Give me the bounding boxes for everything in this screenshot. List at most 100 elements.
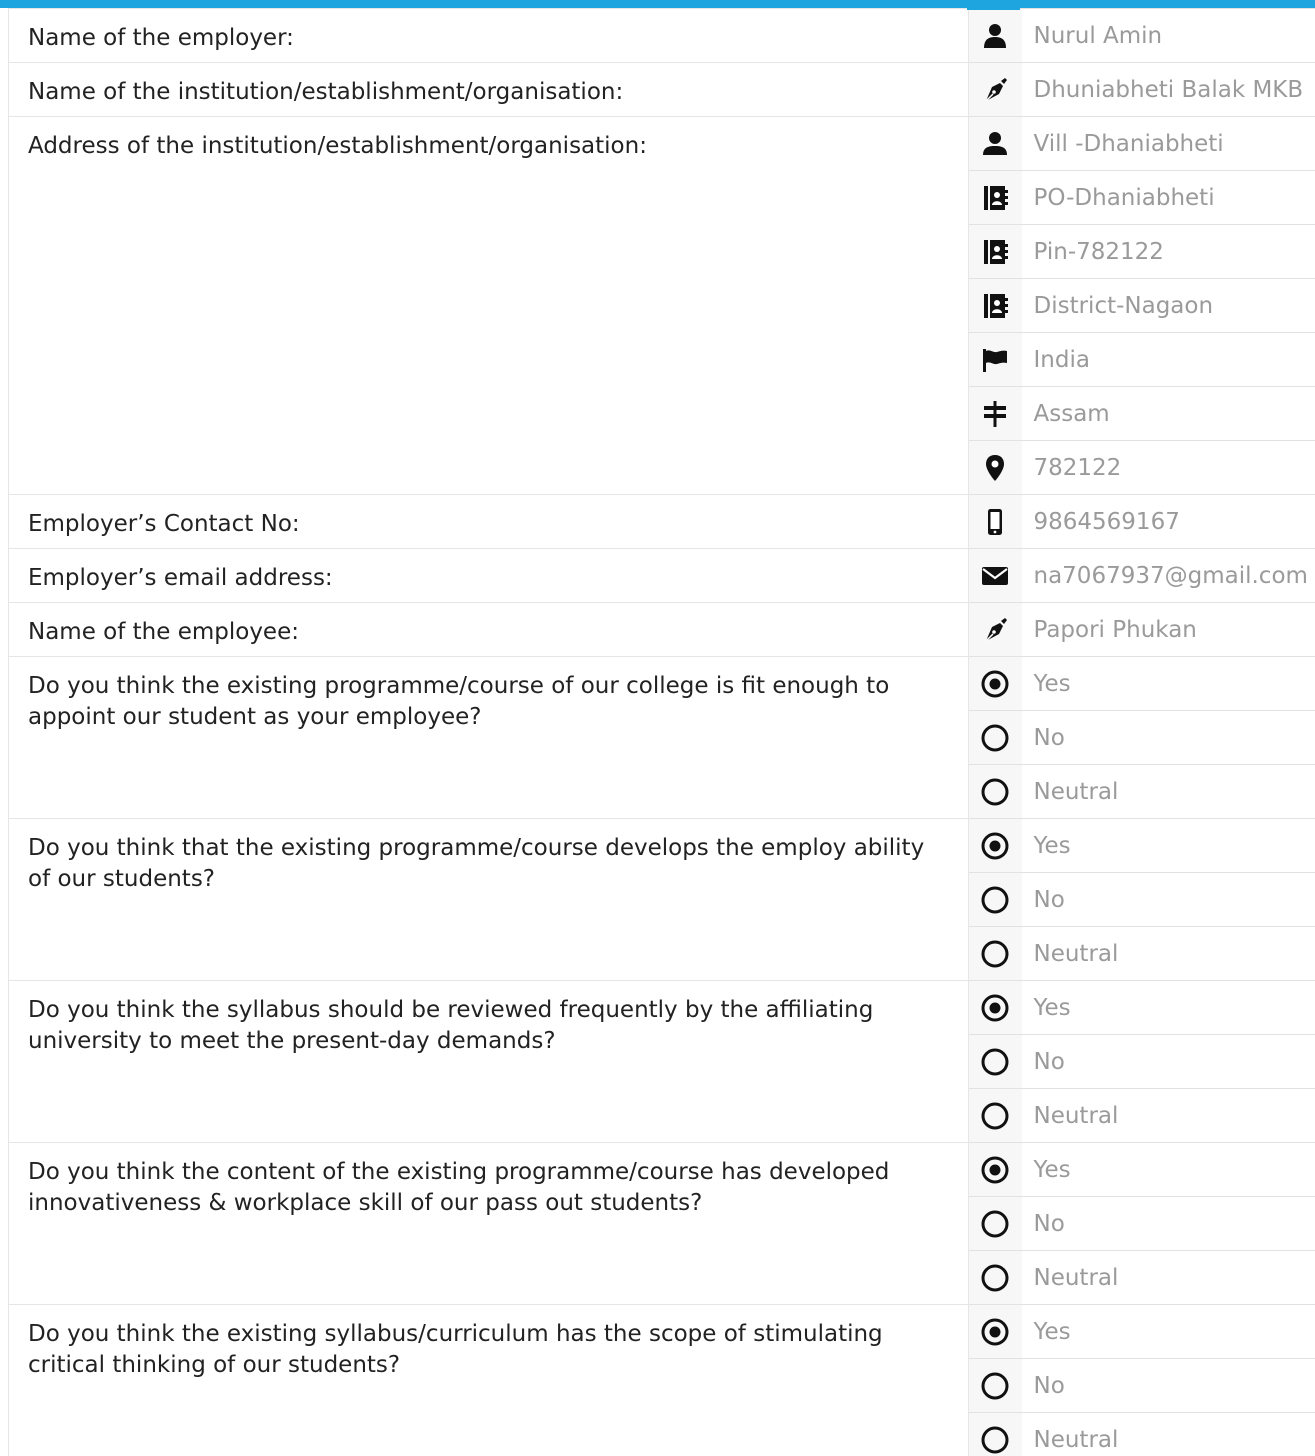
q5-no-label[interactable]: No — [1021, 1358, 1315, 1413]
form-frame: Name of the employer: Nurul Amin Name of… — [0, 0, 1315, 1456]
q4-no-radio[interactable] — [968, 1196, 1022, 1251]
employee-icon-cell — [968, 602, 1022, 657]
address-line1-field[interactable]: Vill -Dhaniabheti — [1021, 116, 1315, 171]
address-line3-field[interactable]: Pin-782122 — [1021, 224, 1315, 279]
question-1-text: Do you think the existing programme/cour… — [8, 656, 969, 819]
q3-yes-radio[interactable] — [968, 980, 1022, 1035]
country-icon-cell — [968, 332, 1022, 387]
employee-label: Name of the employee: — [8, 602, 969, 657]
address-book-icon — [980, 291, 1010, 321]
q1-neutral-label[interactable]: Neutral — [1021, 764, 1315, 819]
radio-unchecked-icon — [980, 1101, 1010, 1131]
q2-no-radio[interactable] — [968, 872, 1022, 927]
contact-icon-cell — [968, 494, 1022, 549]
q3-no-label[interactable]: No — [1021, 1034, 1315, 1089]
q4-neutral-label[interactable]: Neutral — [1021, 1250, 1315, 1305]
address-book-icon — [980, 237, 1010, 267]
radio-unchecked-icon — [980, 1263, 1010, 1293]
q1-yes-radio[interactable] — [968, 656, 1022, 711]
address-label: Address of the institution/establishment… — [8, 116, 969, 495]
user-icon — [980, 129, 1010, 159]
map-marker-icon — [980, 453, 1010, 483]
q5-row-yes: Do you think the existing syllabus/curri… — [8, 1304, 1315, 1456]
radio-unchecked-icon — [980, 1047, 1010, 1077]
q5-no-radio[interactable] — [968, 1358, 1022, 1413]
radio-checked-icon — [980, 1155, 1010, 1185]
row-employer: Name of the employer: Nurul Amin — [8, 8, 1315, 63]
employer-label: Name of the employer: — [8, 8, 969, 63]
institution-label: Name of the institution/establishment/or… — [8, 62, 969, 117]
question-4-text: Do you think the content of the existing… — [8, 1142, 969, 1305]
contact-number-field[interactable]: 9864569167 — [1021, 494, 1315, 549]
radio-unchecked-icon — [980, 777, 1010, 807]
q2-neutral-label[interactable]: Neutral — [1021, 926, 1315, 981]
q3-neutral-label[interactable]: Neutral — [1021, 1088, 1315, 1143]
signpost-icon — [980, 399, 1010, 429]
q4-row-yes: Do you think the content of the existing… — [8, 1142, 1315, 1305]
radio-checked-icon — [980, 831, 1010, 861]
address-line4-icon-cell — [968, 278, 1022, 333]
address-line4-field[interactable]: District-Nagaon — [1021, 278, 1315, 333]
row-email: Employer’s email address: na7067937@gmai… — [8, 548, 1315, 603]
q1-yes-label[interactable]: Yes — [1021, 656, 1315, 711]
q2-yes-label[interactable]: Yes — [1021, 818, 1315, 873]
q1-no-radio[interactable] — [968, 710, 1022, 765]
q5-neutral-radio[interactable] — [968, 1412, 1022, 1456]
flag-icon — [980, 345, 1010, 375]
radio-checked-icon — [980, 993, 1010, 1023]
radio-unchecked-icon — [980, 939, 1010, 969]
pen-nib-icon — [980, 615, 1010, 645]
institution-icon-cell — [968, 62, 1022, 117]
q5-yes-label[interactable]: Yes — [1021, 1304, 1315, 1359]
row-employee: Name of the employee: Papori Phukan — [8, 602, 1315, 657]
address-line2-field[interactable]: PO-Dhaniabheti — [1021, 170, 1315, 225]
q4-no-label[interactable]: No — [1021, 1196, 1315, 1251]
q1-row-yes: Do you think the existing programme/cour… — [8, 656, 1315, 819]
state-icon-cell — [968, 386, 1022, 441]
q3-row-yes: Do you think the syllabus should be revi… — [8, 980, 1315, 1143]
row-address-1: Address of the institution/establishment… — [8, 116, 1315, 495]
q2-neutral-radio[interactable] — [968, 926, 1022, 981]
survey-form-table: Name of the employer: Nurul Amin Name of… — [8, 8, 1315, 1456]
email-field[interactable]: na7067937@gmail.com — [1021, 548, 1315, 603]
mobile-phone-icon — [980, 507, 1010, 537]
q2-row-yes: Do you think that the existing programme… — [8, 818, 1315, 981]
q1-neutral-radio[interactable] — [968, 764, 1022, 819]
employer-name-field[interactable]: Nurul Amin — [1021, 8, 1315, 63]
q2-no-label[interactable]: No — [1021, 872, 1315, 927]
q3-neutral-radio[interactable] — [968, 1088, 1022, 1143]
radio-checked-icon — [980, 669, 1010, 699]
q5-yes-radio[interactable] — [968, 1304, 1022, 1359]
q2-yes-radio[interactable] — [968, 818, 1022, 873]
country-select[interactable]: India — [1021, 332, 1315, 387]
question-3-text: Do you think the syllabus should be revi… — [8, 980, 969, 1143]
pen-nib-icon — [980, 75, 1010, 105]
radio-unchecked-icon — [980, 1425, 1010, 1455]
row-contact: Employer’s Contact No: 9864569167 — [8, 494, 1315, 549]
q4-yes-label[interactable]: Yes — [1021, 1142, 1315, 1197]
email-icon-cell — [968, 548, 1022, 603]
q5-neutral-label[interactable]: Neutral — [1021, 1412, 1315, 1456]
q4-yes-radio[interactable] — [968, 1142, 1022, 1197]
zip-field[interactable]: 782122 — [1021, 440, 1315, 495]
email-label: Employer’s email address: — [8, 548, 969, 603]
employee-name-field[interactable]: Papori Phukan — [1021, 602, 1315, 657]
q1-no-label[interactable]: No — [1021, 710, 1315, 765]
state-select[interactable]: Assam — [1021, 386, 1315, 441]
address-line2-icon-cell — [968, 170, 1022, 225]
institution-name-field[interactable]: Dhuniabheti Balak MKB — [1021, 62, 1315, 117]
radio-unchecked-icon — [980, 723, 1010, 753]
question-5-text: Do you think the existing syllabus/curri… — [8, 1304, 969, 1456]
address-line3-icon-cell — [968, 224, 1022, 279]
question-2-text: Do you think that the existing programme… — [8, 818, 969, 981]
employer-icon-cell — [968, 8, 1022, 63]
q3-yes-label[interactable]: Yes — [1021, 980, 1315, 1035]
contact-label: Employer’s Contact No: — [8, 494, 969, 549]
zip-icon-cell — [968, 440, 1022, 495]
radio-checked-icon — [980, 1317, 1010, 1347]
radio-unchecked-icon — [980, 1371, 1010, 1401]
accent-bar — [967, 0, 1020, 10]
radio-unchecked-icon — [980, 1209, 1010, 1239]
q3-no-radio[interactable] — [968, 1034, 1022, 1089]
q4-neutral-radio[interactable] — [968, 1250, 1022, 1305]
